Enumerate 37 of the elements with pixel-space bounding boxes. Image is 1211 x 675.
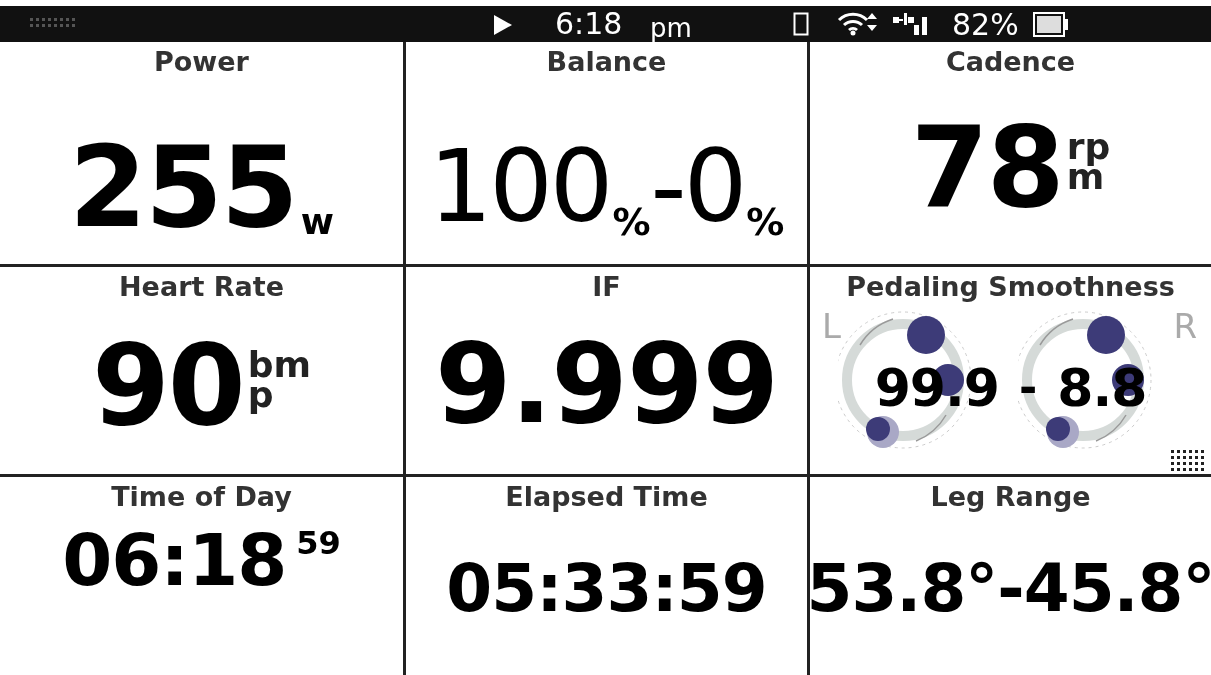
play-icon[interactable]: [494, 15, 512, 35]
right-value: 8.8: [1057, 357, 1147, 418]
tile-title: Cadence: [945, 45, 1076, 79]
metric-value: 53.8°-45.8°: [806, 549, 1211, 629]
tile-title: Heart Rate: [119, 270, 284, 304]
tile-title: Time of Day: [111, 480, 292, 514]
metric-unit: %: [612, 202, 651, 242]
tile-title: Balance: [546, 45, 667, 79]
metric-seconds: 59: [296, 523, 341, 563]
phone-icon: [793, 12, 809, 36]
left-value: 99.9: [874, 357, 999, 418]
metric-unit: %: [746, 202, 785, 242]
metric-value: 90: [91, 329, 244, 440]
left-label: L: [822, 305, 841, 348]
metric-value: 06:18: [62, 517, 287, 604]
metric-value: 255: [68, 132, 297, 242]
tile-title: IF: [592, 270, 621, 304]
battery-icon: [1033, 12, 1069, 37]
value-separator: -: [1018, 360, 1038, 415]
metric-value: -0: [650, 132, 745, 242]
dot-grid-icon: [1171, 450, 1207, 474]
clock-meridiem: pm: [650, 12, 692, 45]
metric-value: 78: [910, 112, 1063, 222]
wifi-icon: [837, 11, 879, 37]
battery-percent: 82%: [952, 7, 1019, 43]
metric-value: 100: [428, 132, 611, 242]
tile-title: Power: [154, 45, 249, 79]
right-label: R: [1173, 305, 1197, 348]
metric-unit: bm: [247, 349, 312, 380]
tile-title: Leg Range: [930, 480, 1091, 514]
metric-unit: w: [300, 202, 335, 242]
tile-title: Pedaling Smoothness: [846, 270, 1175, 304]
dotted-icon: [30, 18, 76, 28]
tile-title: Elapsed Time: [505, 480, 708, 514]
metric-value: 9.999: [435, 328, 778, 439]
metric-value: 05:33:59: [446, 549, 767, 629]
clock-time: 6:18: [555, 6, 623, 42]
